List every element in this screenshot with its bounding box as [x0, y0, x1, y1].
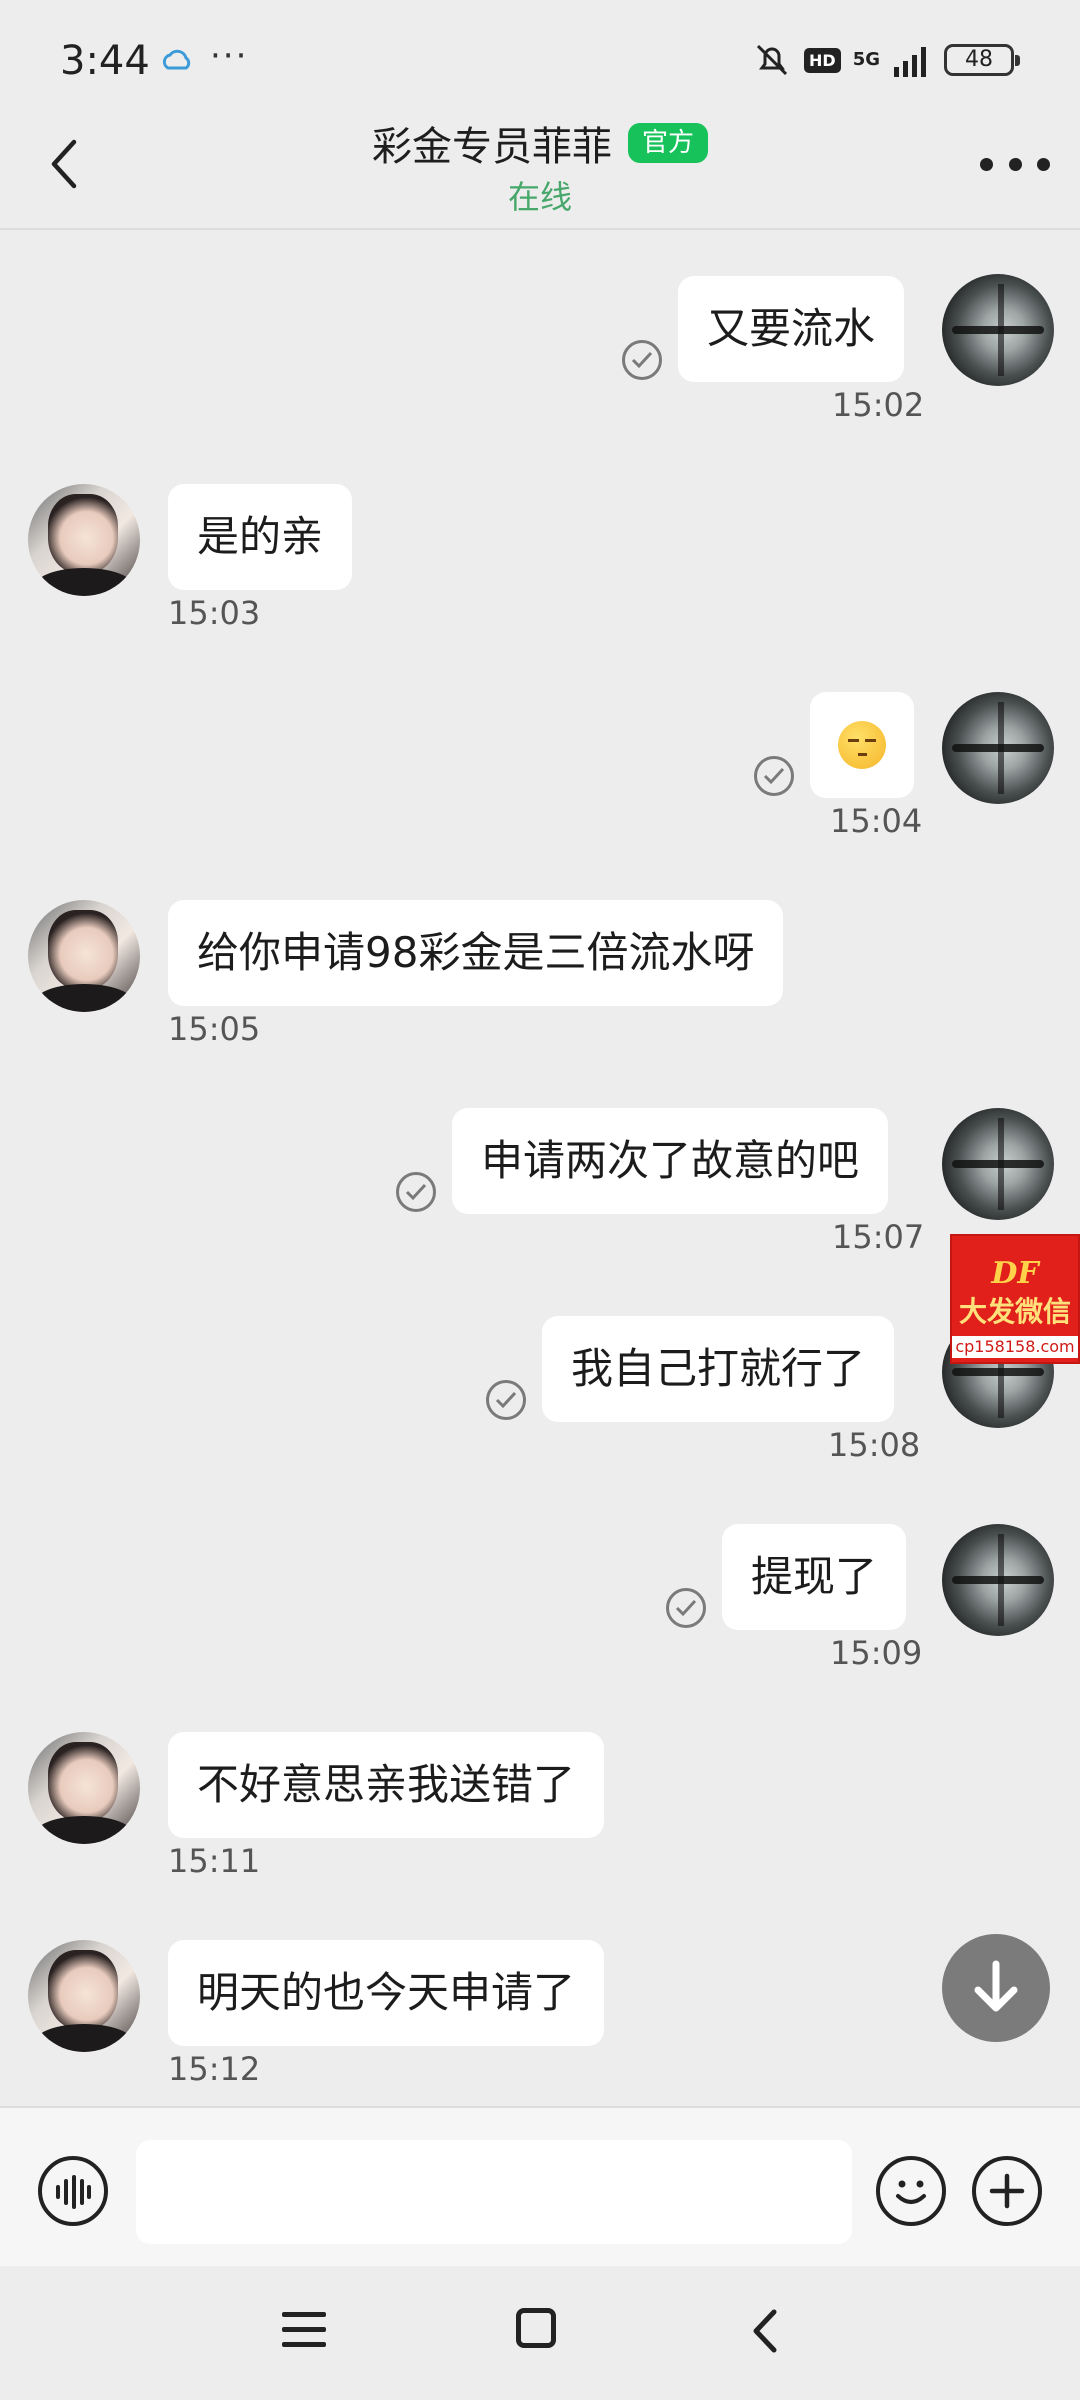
contact-avatar[interactable]: [28, 900, 140, 1012]
contact-avatar[interactable]: [28, 1732, 140, 1844]
message-bubble[interactable]: 提现了: [722, 1524, 907, 1630]
message-time: 15:07: [832, 1218, 925, 1256]
message-time: 15:04: [830, 802, 923, 840]
status-bar: 3:44 ··· HD 5G 48: [0, 0, 1080, 120]
message-time: 15:02: [832, 386, 925, 424]
dot-icon: [1008, 157, 1022, 171]
chat-title: 彩金专员菲菲: [371, 124, 612, 170]
arrow-down-icon: [974, 1960, 1018, 2012]
read-check-icon: [396, 1172, 436, 1212]
title-row: 彩金专员菲菲 官方: [0, 114, 1080, 172]
watermark-url: cp158158.com: [952, 1336, 1078, 1358]
message-bubble[interactable]: 又要流水: [678, 276, 905, 382]
message-bubble[interactable]: 我自己打就行了: [542, 1316, 895, 1422]
emoji-button[interactable]: [876, 2156, 946, 2226]
message-time: 15:03: [168, 594, 261, 632]
nav-back-icon[interactable]: [746, 2306, 786, 2356]
message-bubble[interactable]: 不好意思亲我送错了: [168, 1732, 605, 1838]
contact-avatar[interactable]: [28, 1940, 140, 2052]
watermark-logo: DF 大发微信 cp158158.com: [950, 1234, 1080, 1364]
watermark-logo-mark: DF: [991, 1256, 1039, 1291]
signal-icon: [894, 47, 926, 77]
my-avatar[interactable]: [942, 692, 1054, 804]
recent-apps-button[interactable]: [282, 2312, 326, 2352]
message-bubble[interactable]: 申请两次了故意的吧: [452, 1108, 889, 1214]
network-type: 5G: [852, 49, 880, 70]
dot-icon: [980, 157, 993, 171]
more-actions-button[interactable]: [972, 2156, 1042, 2226]
hd-badge: HD: [804, 47, 841, 73]
system-nav-bar: [0, 2266, 1080, 2400]
smirk-face-emoji: [838, 721, 886, 769]
online-status: 在线: [507, 178, 572, 216]
contact-avatar[interactable]: [28, 484, 140, 596]
dot-icon: [1037, 157, 1050, 171]
read-check-icon: [754, 756, 794, 796]
status-time: 3:44: [60, 38, 150, 84]
message-bubble[interactable]: [810, 692, 914, 798]
my-avatar[interactable]: [942, 1524, 1054, 1636]
battery-icon: 48: [944, 44, 1020, 76]
read-check-icon: [666, 1588, 706, 1628]
read-check-icon: [486, 1380, 526, 1420]
my-avatar[interactable]: [942, 274, 1054, 386]
read-check-icon: [622, 340, 662, 380]
message-bubble[interactable]: 明天的也今天申请了: [168, 1940, 605, 2046]
message-time: 15:12: [168, 2050, 261, 2088]
message-input[interactable]: [136, 2140, 852, 2244]
input-bar: [0, 2106, 1080, 2266]
my-avatar[interactable]: [942, 1108, 1054, 1220]
home-button[interactable]: [516, 2308, 556, 2348]
plus-icon: [989, 2173, 1025, 2209]
chat-header: 彩金专员菲菲 官方 在线: [0, 110, 1080, 230]
scroll-to-bottom-button[interactable]: [942, 1934, 1050, 2042]
more-notifications-icon: ···: [210, 36, 249, 76]
official-badge: 官方: [627, 123, 708, 163]
message-time: 15:08: [828, 1426, 921, 1464]
mute-icon: [756, 44, 788, 76]
message-bubble[interactable]: 是的亲: [168, 484, 353, 590]
message-time: 15:11: [168, 1842, 261, 1880]
message-bubble[interactable]: 给你申请98彩金是三倍流水呀: [168, 900, 784, 1006]
voice-wave-icon: [56, 2175, 91, 2209]
voice-input-button[interactable]: [38, 2156, 108, 2226]
smiley-icon: [896, 2180, 926, 2204]
status-icons: HD 5G 48: [752, 40, 1020, 80]
watermark-text: 大发微信: [958, 1295, 1071, 1328]
cloud-icon: [162, 49, 191, 70]
more-options-button[interactable]: [980, 146, 1050, 182]
message-time: 15:09: [830, 1634, 923, 1672]
message-time: 15:05: [168, 1010, 261, 1048]
